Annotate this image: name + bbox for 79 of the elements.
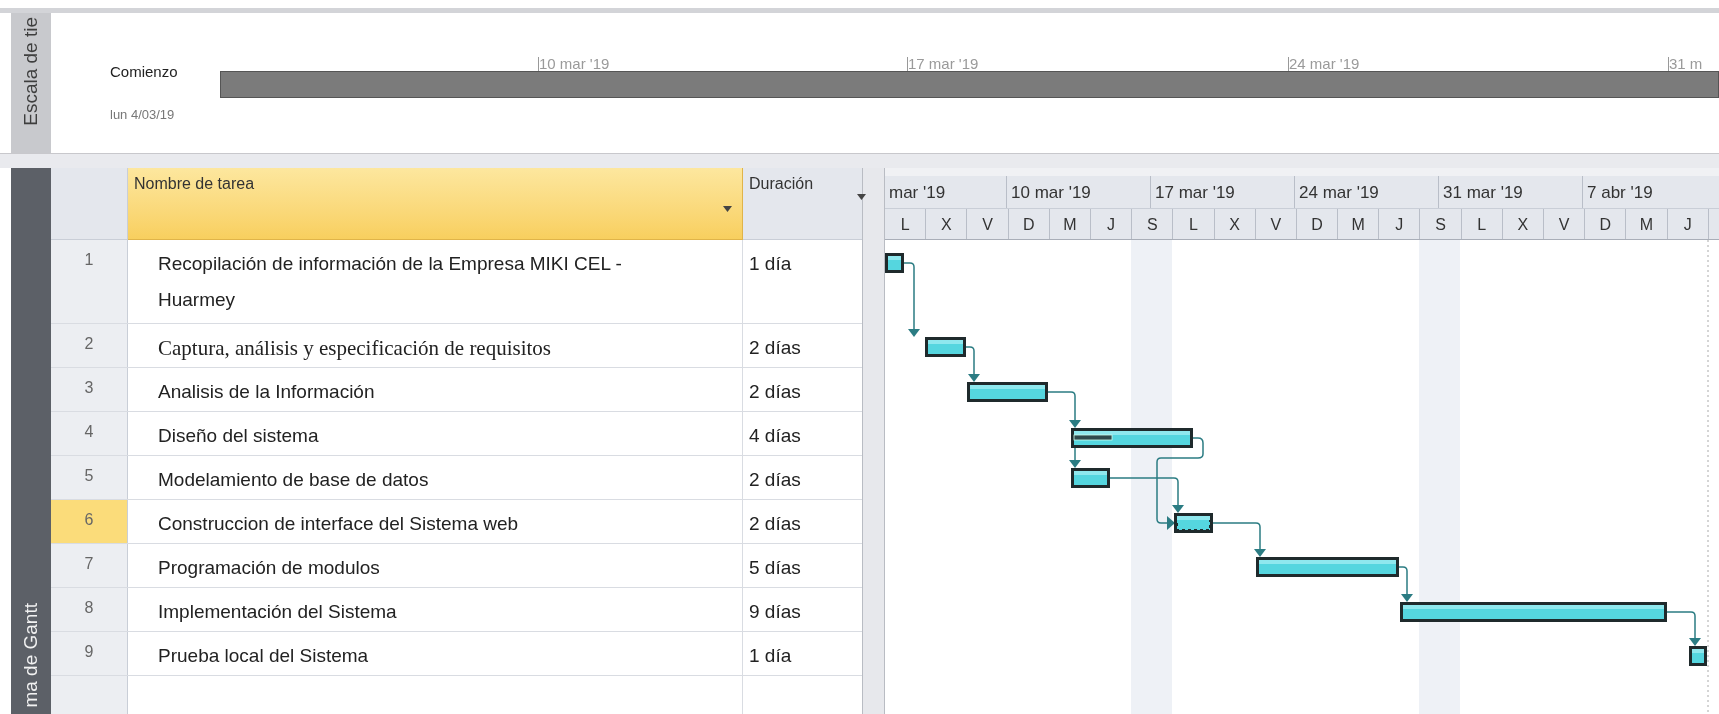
dependency-arrow [1069, 447, 1081, 468]
day-header: M [1049, 209, 1091, 239]
row-number[interactable]: 4 [51, 412, 128, 455]
dependency-arrow [1666, 611, 1701, 646]
task-bar[interactable] [925, 337, 966, 357]
row-number[interactable]: 8 [51, 588, 128, 631]
day-header: J [1379, 209, 1421, 239]
task-name: Construccion de interface del Sistema web [158, 512, 520, 536]
row-number[interactable]: 9 [51, 632, 128, 675]
day-header: J [1090, 209, 1133, 239]
task-bar[interactable] [1689, 646, 1707, 666]
task-duration: 4 días [749, 425, 801, 446]
dropdown-icon[interactable] [857, 194, 866, 200]
task-duration: 1 día [749, 253, 792, 274]
row-number[interactable]: 7 [51, 544, 128, 587]
week-header: 7 abr '19 [1583, 176, 1719, 208]
day-header: X [1214, 209, 1256, 239]
task-name: Recopilación de información de la Empresa MIKI CEL - Huarmey [158, 252, 623, 312]
day-header: X [1502, 209, 1544, 239]
task-name: Programación de modulos [158, 556, 381, 580]
day-header: L [1461, 209, 1503, 239]
timeline-tick-label: 31 m [1669, 54, 1703, 74]
dropdown-icon[interactable] [723, 206, 732, 212]
day-header: V [1255, 209, 1297, 239]
day-header: D [1585, 209, 1627, 239]
dependency-arrow [1212, 522, 1266, 557]
task-bar[interactable] [1400, 602, 1667, 622]
week-header: 24 mar '19 [1295, 176, 1439, 208]
task-name: Diseño del sistema [158, 424, 320, 448]
task-duration: 9 días [749, 601, 801, 622]
task-duration: 5 días [749, 557, 801, 578]
day-header: V [967, 209, 1009, 239]
day-header: X [926, 209, 968, 239]
row-number[interactable]: 3 [51, 368, 128, 411]
task-bar[interactable] [1256, 557, 1399, 577]
day-header: L [885, 209, 927, 239]
task-duration: 2 días [749, 469, 801, 490]
timeline-tick-label: 17 mar '19 [908, 54, 979, 74]
day-header: J [1667, 209, 1709, 239]
week-header: 10 mar '19 [1007, 176, 1151, 208]
row-number[interactable]: 6 [51, 500, 128, 543]
view-label: ma de Gantt [18, 603, 42, 708]
dependency-arrow [1398, 566, 1413, 602]
task-name: Analisis de la Información [158, 380, 376, 404]
column-header[interactable]: Nombre de tarea [128, 168, 743, 240]
row-number[interactable]: 5 [51, 456, 128, 499]
week-header: mar '19 [885, 176, 1007, 208]
dependency-arrow [965, 346, 980, 382]
task-duration: 2 días [749, 513, 801, 534]
task-name: Prueba local del Sistema [158, 644, 370, 668]
timeline-tick-label: 24 mar '19 [1289, 54, 1360, 74]
task-name: Modelamiento de base de datos [158, 468, 430, 492]
day-header: D [1008, 209, 1050, 239]
task-bar[interactable] [967, 382, 1048, 402]
start-label: Comienzo [110, 62, 178, 82]
day-header: S [1420, 209, 1462, 239]
task-bar[interactable] [1071, 468, 1110, 488]
task-name: Implementación del Sistema [158, 600, 398, 624]
row-number[interactable]: 2 [51, 324, 128, 367]
task-duration: 2 días [749, 381, 801, 402]
row-number[interactable]: 1 [51, 240, 128, 323]
day-header: D [1296, 209, 1339, 239]
task-duration: 2 días [749, 337, 801, 358]
task-bar[interactable] [1071, 428, 1193, 448]
panel-label: Escala de tie [18, 17, 42, 126]
task-name: Captura, análisis y especificación de requisitos [158, 335, 553, 362]
day-header: M [1338, 209, 1380, 239]
day-header: V [1544, 209, 1586, 239]
task-duration: 1 día [749, 645, 792, 666]
dependency-arrow [1047, 391, 1081, 428]
timeline-tick-label: 10 mar '19 [539, 54, 610, 74]
week-header: 31 mar '19 [1439, 176, 1583, 208]
task-bar[interactable] [885, 253, 904, 273]
week-header: 17 mar '19 [1151, 176, 1295, 208]
day-header: S [1132, 209, 1174, 239]
day-header: M [1626, 209, 1668, 239]
day-header: L [1173, 209, 1215, 239]
task-bar[interactable] [1174, 513, 1213, 533]
start-date: lun 4/03/19 [110, 106, 175, 124]
